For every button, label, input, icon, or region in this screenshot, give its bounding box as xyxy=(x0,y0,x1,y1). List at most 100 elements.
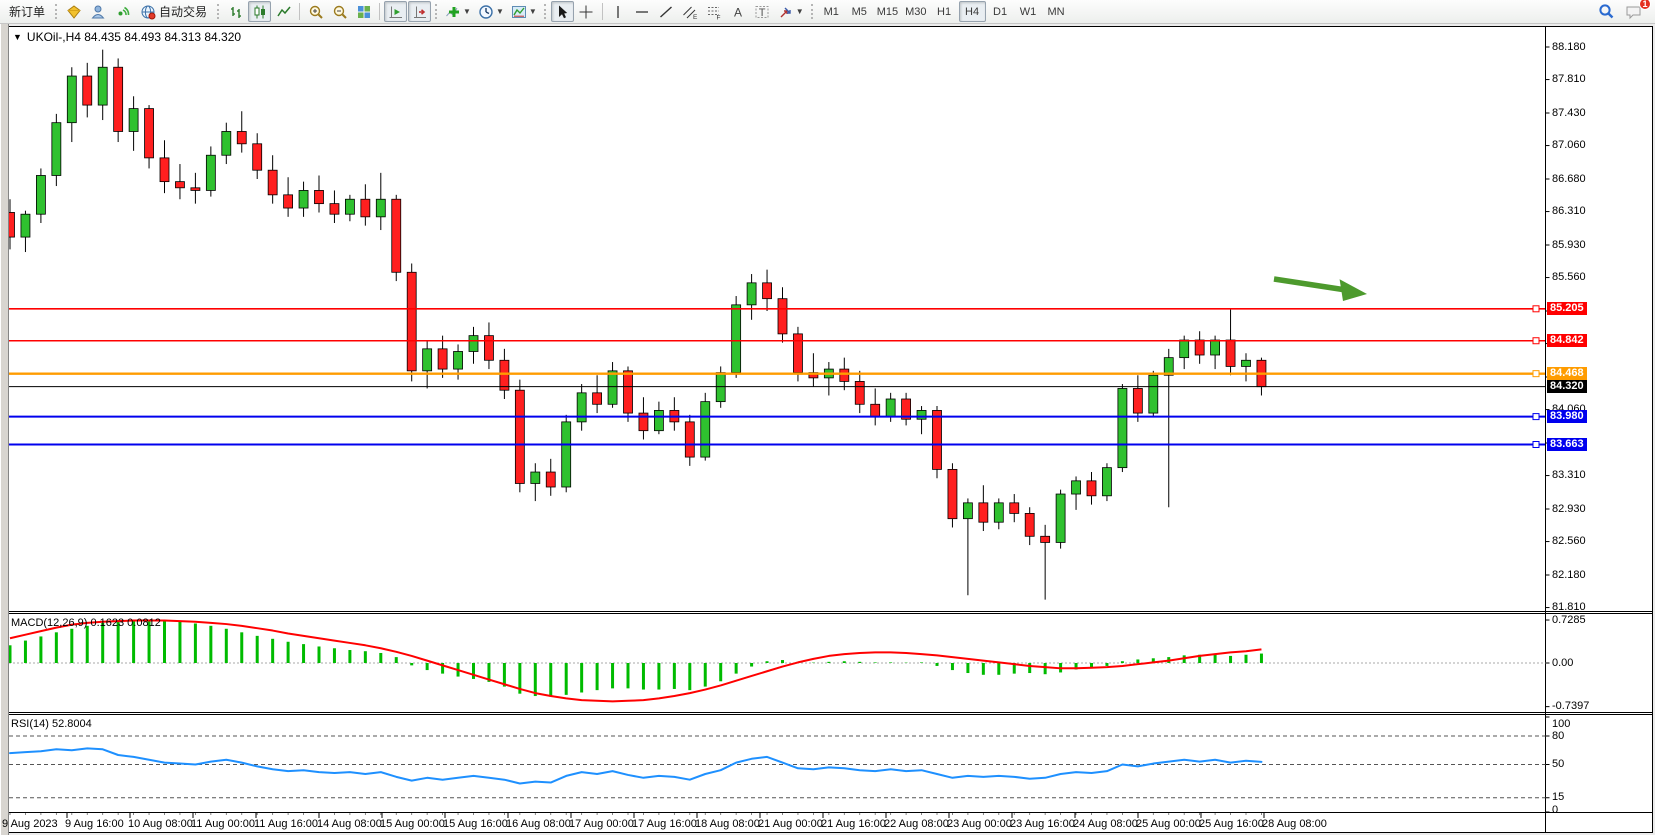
candle-body xyxy=(345,199,354,214)
one-click-collapse-icon[interactable]: ▼ xyxy=(13,32,22,42)
fibonacci-button[interactable]: F xyxy=(703,1,726,22)
chart-canvas[interactable] xyxy=(0,0,1655,835)
candle-body xyxy=(98,67,107,105)
candle-body xyxy=(469,336,478,352)
chart-title-text: UKOil-,H4 84.435 84.493 84.313 84.320 xyxy=(27,30,241,44)
timeframe-MN[interactable]: MN xyxy=(1043,1,1070,22)
horizontal-line-button[interactable] xyxy=(631,1,654,22)
channel-button[interactable]: E xyxy=(679,1,702,22)
candle-body xyxy=(593,393,602,404)
candle-body xyxy=(407,272,416,371)
text-label-icon: T xyxy=(754,4,770,20)
candle-body xyxy=(840,369,849,381)
crosshair-button[interactable] xyxy=(575,1,598,22)
arrows-button[interactable]: ▼ xyxy=(775,1,807,22)
candle-body xyxy=(299,190,308,208)
window-splitter[interactable] xyxy=(0,24,9,835)
notifications-button[interactable]: 1 xyxy=(1622,1,1646,22)
periods-button[interactable]: ▼ xyxy=(475,1,507,22)
candle-body xyxy=(500,360,509,390)
bar-chart-icon xyxy=(228,4,244,20)
editor-button[interactable] xyxy=(62,1,85,22)
candlestick-chart-button[interactable] xyxy=(248,1,271,22)
text-button[interactable]: A xyxy=(727,1,750,22)
timeframe-M30[interactable]: M30 xyxy=(902,1,929,22)
chevron-down-icon: ▼ xyxy=(796,7,804,16)
zoom-in-icon xyxy=(308,4,324,20)
indicators-button[interactable]: ▼ xyxy=(442,1,474,22)
candle-body xyxy=(531,472,540,483)
timeframe-H1[interactable]: H1 xyxy=(931,1,958,22)
zoom-out-button[interactable] xyxy=(328,1,351,22)
candle-body xyxy=(114,67,123,131)
timeframe-W1[interactable]: W1 xyxy=(1015,1,1042,22)
candle-body xyxy=(763,283,772,299)
candle-body xyxy=(191,188,200,191)
candle-body xyxy=(1211,340,1220,355)
toolbar-grip[interactable] xyxy=(435,4,437,19)
chart-title: ▼ UKOil-,H4 84.435 84.493 84.313 84.320 xyxy=(13,30,241,44)
candle-body xyxy=(917,410,926,419)
line-chart-button[interactable] xyxy=(272,1,295,22)
level-line-anchor[interactable] xyxy=(1533,441,1539,447)
level-line-anchor[interactable] xyxy=(1533,371,1539,377)
timeframe-D1[interactable]: D1 xyxy=(987,1,1014,22)
timeframe-M15[interactable]: M15 xyxy=(874,1,901,22)
level-line-anchor[interactable] xyxy=(1533,338,1539,344)
candle-body xyxy=(933,410,942,469)
trendline-icon xyxy=(658,4,674,20)
zoom-in-button[interactable] xyxy=(304,1,327,22)
candle-body xyxy=(1180,340,1189,358)
svg-text:T: T xyxy=(759,7,766,19)
candle-body xyxy=(392,199,401,272)
vertical-line-button[interactable] xyxy=(607,1,630,22)
candle-body xyxy=(963,503,972,519)
cursor-button[interactable] xyxy=(551,1,574,22)
trendline-button[interactable] xyxy=(655,1,678,22)
candle-body xyxy=(608,371,617,404)
crosshair-icon xyxy=(578,4,594,20)
template-chart-icon xyxy=(511,4,527,20)
chart-shift-icon xyxy=(412,4,428,20)
cursor-icon xyxy=(554,4,570,20)
level-line-anchor[interactable] xyxy=(1533,306,1539,312)
templates-button[interactable]: ▼ xyxy=(508,1,540,22)
timeframe-H4[interactable]: H4 xyxy=(959,1,986,22)
chart-shift-button[interactable] xyxy=(408,1,431,22)
add-indicator-icon xyxy=(445,4,461,20)
candle-body xyxy=(83,76,92,105)
toolbar-separator xyxy=(379,3,380,20)
toolbar-grip[interactable] xyxy=(544,4,546,19)
candle-body xyxy=(484,336,493,361)
new-order-button[interactable]: 新订单 xyxy=(3,1,51,22)
text-label-button[interactable]: T xyxy=(751,1,774,22)
toolbar-grip[interactable] xyxy=(811,4,813,19)
bar-chart-button[interactable] xyxy=(224,1,247,22)
svg-text:E: E xyxy=(693,14,698,20)
hosting-button[interactable] xyxy=(86,1,109,22)
toolbar-grip[interactable] xyxy=(55,4,57,19)
candle-body xyxy=(1149,375,1158,413)
candle-body xyxy=(52,123,61,176)
timeframe-M1[interactable]: M1 xyxy=(818,1,845,22)
fibonacci-icon: F xyxy=(706,4,722,20)
autotrading-label: 自动交易 xyxy=(159,3,207,20)
signals-button[interactable] xyxy=(110,1,133,22)
search-button[interactable] xyxy=(1595,1,1618,22)
candle-body xyxy=(732,305,741,373)
candle-body xyxy=(145,109,154,158)
autotrading-button[interactable]: 自动交易 xyxy=(134,1,213,22)
candle-body xyxy=(871,404,880,416)
timeframe-M5[interactable]: M5 xyxy=(846,1,873,22)
candle-body xyxy=(1072,481,1081,494)
toolbar-right-group: 1 xyxy=(1595,1,1652,22)
candle-body xyxy=(979,503,988,522)
chevron-down-icon: ▼ xyxy=(529,7,537,16)
toolbar-grip[interactable] xyxy=(217,4,219,19)
rsi-indicator-label: RSI(14) 52.8004 xyxy=(11,718,92,730)
candle-body xyxy=(129,109,138,132)
level-line-anchor[interactable] xyxy=(1533,414,1539,420)
candlestick-icon xyxy=(252,4,268,20)
tile-windows-button[interactable] xyxy=(352,1,375,22)
auto-scroll-button[interactable] xyxy=(384,1,407,22)
